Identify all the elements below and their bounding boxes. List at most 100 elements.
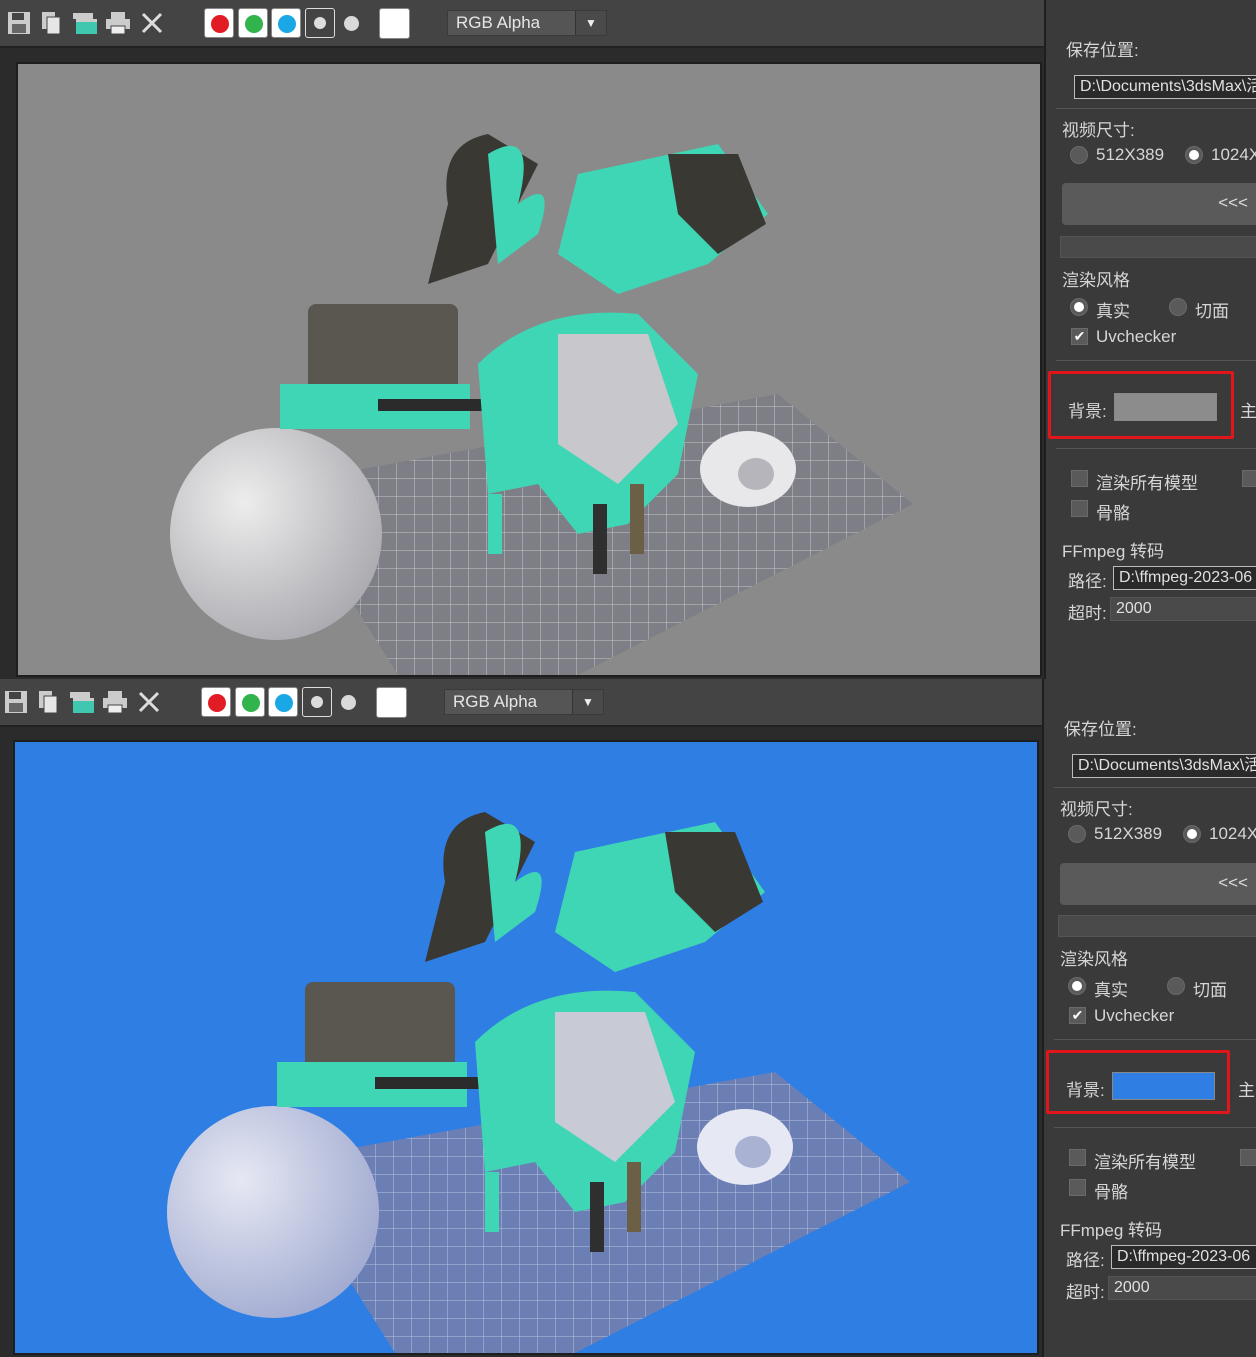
extra-checkbox[interactable] [1240,1149,1256,1166]
close-icon[interactable] [136,689,162,715]
timeout-label: 超时: [1068,604,1107,623]
video-size-label: 视频尺寸: [1062,121,1135,140]
alpha-dot-toggle[interactable] [335,687,365,717]
background-color-swatch[interactable] [1112,1072,1215,1100]
blue-background-panel: RGB Alpha ▼ 保存位置: D:\Documents\3dsMax\活 … [0,679,1256,1357]
back-button[interactable]: <<< [1062,183,1256,225]
style-facet-radio[interactable] [1169,298,1187,316]
scene-render [170,134,913,675]
sphere [170,428,382,640]
print-icon[interactable] [102,689,128,715]
extra-checkbox[interactable] [1242,470,1256,487]
render-viewport [16,62,1042,677]
render-all-checkbox[interactable] [1069,1149,1086,1166]
chevron-down-icon[interactable]: ▼ [572,690,603,714]
blue-channel-toggle[interactable] [268,687,298,717]
size-1024-label: 1024X( [1209,824,1256,843]
clone-window-icon[interactable] [69,689,95,715]
size-512-radio[interactable] [1070,146,1088,164]
channel-select-value: RGB Alpha [453,692,538,711]
size-1024-radio[interactable] [1183,825,1201,843]
green-channel-toggle[interactable] [235,687,265,717]
red-channel-toggle[interactable] [204,8,234,38]
copy-icon[interactable] [38,10,64,36]
style-facet-label: 切面 [1193,981,1227,1000]
render-settings-sidebar: 保存位置: D:\Documents\3dsMax\活 视频尺寸: 512X38… [1044,0,1256,679]
background-label: 背景: [1068,402,1107,421]
style-facet-label: 切面 [1195,302,1229,321]
copy-icon[interactable] [35,689,61,715]
render-style-label: 渲染风格 [1062,271,1130,290]
main-label-cut: 主 [1240,402,1256,421]
progress-bar [1060,236,1256,258]
mono-toggle[interactable] [305,8,335,38]
render-style-label: 渲染风格 [1060,950,1128,969]
scene-render [167,812,910,1353]
save-location-label: 保存位置: [1064,720,1137,739]
render-all-label: 渲染所有模型 [1094,1153,1196,1172]
uvchecker-label: Uvchecker [1094,1006,1175,1025]
save-path-field[interactable]: D:\Documents\3dsMax\活 [1074,75,1256,99]
cart-basket [308,304,458,394]
white-swatch[interactable] [376,687,407,718]
gray-background-panel: RGB Alpha ▼ 保存位置: D:\Documents\3dsMax\活 … [0,0,1256,679]
progress-bar [1058,915,1256,937]
clone-window-icon[interactable] [72,10,98,36]
render-all-checkbox[interactable] [1071,470,1088,487]
style-facet-radio[interactable] [1167,977,1185,995]
channel-select-value: RGB Alpha [456,13,541,32]
size-512-radio[interactable] [1068,825,1086,843]
ffmpeg-label: FFmpeg 转码 [1062,542,1165,561]
channel-select[interactable]: RGB Alpha ▼ [444,689,604,715]
print-icon[interactable] [105,10,131,36]
path-label: 路径: [1068,572,1107,591]
bones-checkbox[interactable] [1071,500,1088,517]
blue-channel-toggle[interactable] [271,8,301,38]
timeout-field[interactable]: 2000 [1110,597,1256,621]
save-icon[interactable] [3,689,29,715]
chevron-down-icon[interactable]: ▼ [575,11,606,35]
bones-checkbox[interactable] [1069,1179,1086,1196]
timeout-field[interactable]: 2000 [1108,1276,1256,1300]
style-real-radio[interactable] [1068,977,1086,995]
size-512-label: 512X389 [1094,824,1163,843]
render-viewport [13,740,1039,1355]
close-icon[interactable] [139,10,165,36]
render-settings-sidebar: 保存位置: D:\Documents\3dsMax\活 视频尺寸: 512X38… [1042,679,1256,1357]
ffmpeg-path-field[interactable]: D:\ffmpeg-2023-06 [1113,566,1256,590]
save-path-field[interactable]: D:\Documents\3dsMax\活 [1072,754,1256,778]
red-channel-toggle[interactable] [201,687,231,717]
cart-basket [305,982,455,1072]
render-frame-toolbar: RGB Alpha ▼ [0,0,1044,48]
uvchecker-label: Uvchecker [1096,327,1177,346]
style-real-radio[interactable] [1070,298,1088,316]
background-label: 背景: [1066,1081,1105,1100]
ffmpeg-label: FFmpeg 转码 [1060,1221,1163,1240]
style-real-label: 真实 [1094,981,1128,1000]
render-frame-toolbar: RGB Alpha ▼ [0,679,1044,727]
bones-label: 骨骼 [1094,1183,1128,1202]
size-1024-label: 1024X( [1211,145,1256,164]
alpha-dot-toggle[interactable] [338,8,368,38]
mono-toggle[interactable] [302,687,332,717]
path-label: 路径: [1066,1251,1105,1270]
save-icon[interactable] [6,10,32,36]
style-real-label: 真实 [1096,302,1130,321]
save-location-label: 保存位置: [1066,41,1139,60]
white-swatch[interactable] [379,8,410,39]
size-512-label: 512X389 [1096,145,1165,164]
main-label-cut: 主 [1238,1081,1255,1100]
back-button[interactable]: <<< [1060,863,1256,905]
timeout-label: 超时: [1066,1283,1105,1302]
ffmpeg-path-field[interactable]: D:\ffmpeg-2023-06 [1111,1245,1256,1269]
size-1024-radio[interactable] [1185,146,1203,164]
bones-label: 骨骼 [1096,504,1130,523]
background-color-swatch[interactable] [1114,393,1217,421]
channel-select[interactable]: RGB Alpha ▼ [447,10,607,36]
sphere [167,1106,379,1318]
video-size-label: 视频尺寸: [1060,800,1133,819]
green-channel-toggle[interactable] [238,8,268,38]
uvchecker-checkbox[interactable]: ✔ [1071,328,1088,345]
uvchecker-checkbox[interactable]: ✔ [1069,1007,1086,1024]
render-all-label: 渲染所有模型 [1096,474,1198,493]
